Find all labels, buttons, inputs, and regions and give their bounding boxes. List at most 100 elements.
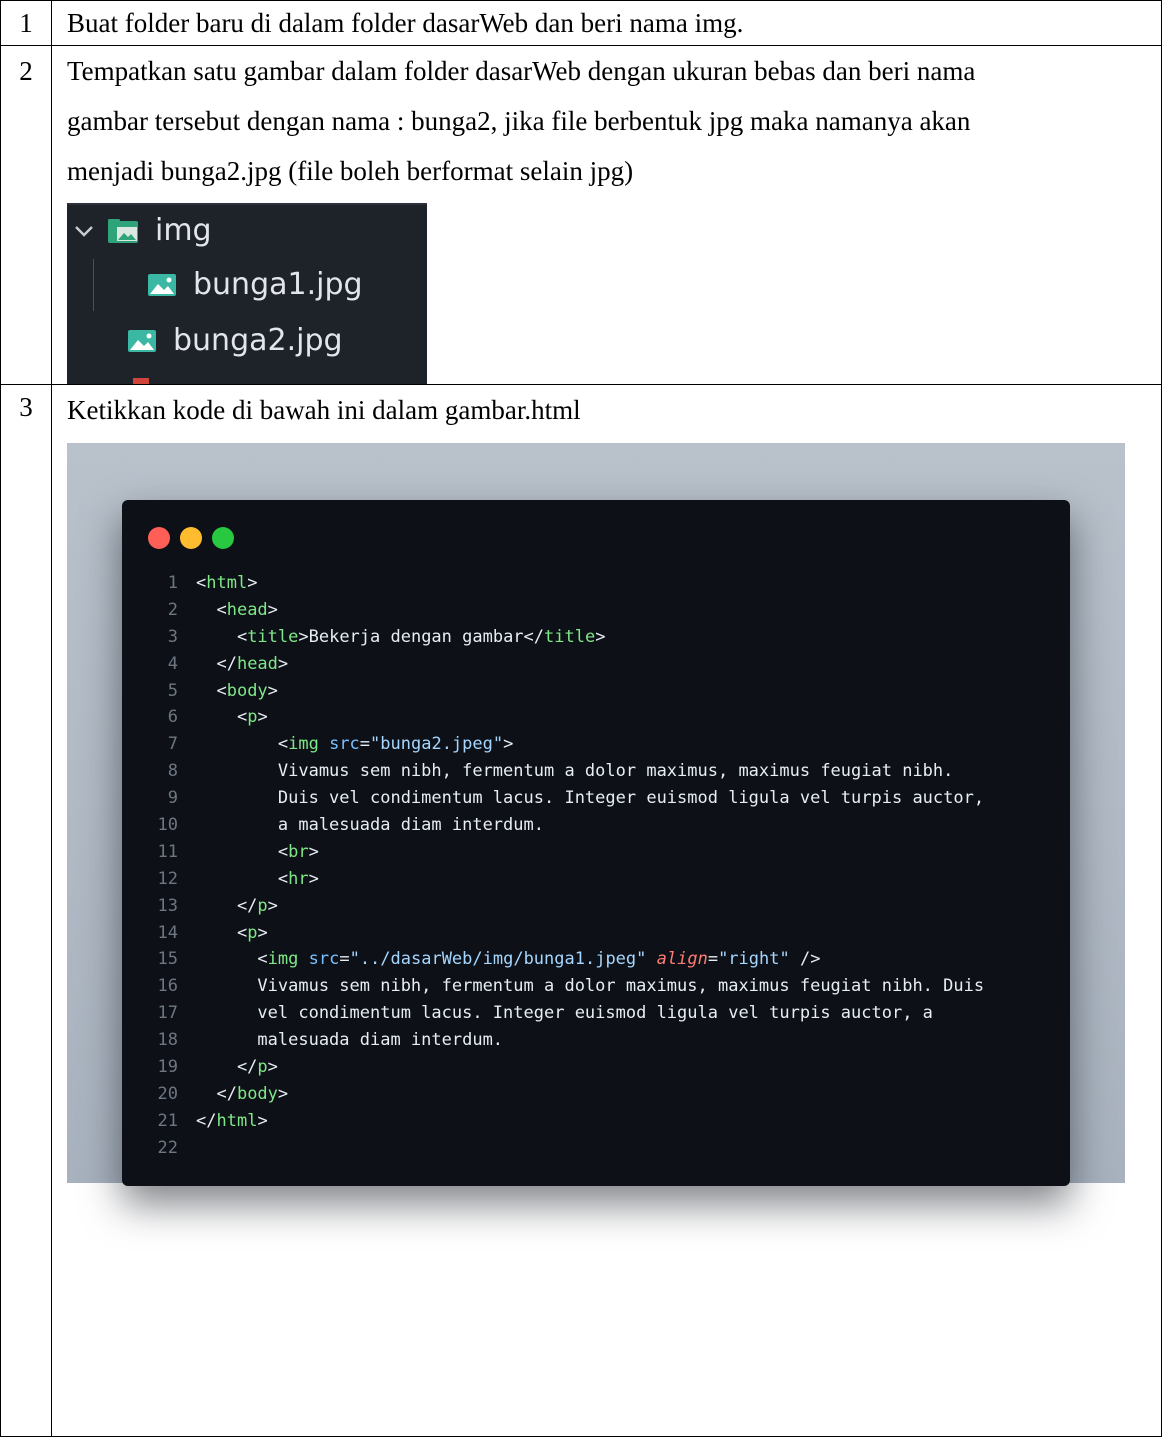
code-text: </p> [196,895,278,916]
line-number: 6 [167,707,178,728]
code-line: 7 <img src="bunga2.jpeg"> [122,731,984,758]
code-text: a malesuada diam interdum. [196,815,544,836]
image-file-icon [148,273,176,296]
line-number: 10 [157,815,178,836]
step-text: Ketikkan kode di bawah ini dalam gambar.… [67,395,581,425]
code-text: </head> [196,653,289,674]
step-content: Ketikkan kode di bawah ini dalam gambar.… [51,384,1162,1437]
code-text: <img src="bunga2.jpeg"> [196,734,514,755]
code-line: 21 </html> [122,1108,984,1135]
line-number: 11 [157,841,178,862]
code-line: 14 <p> [122,920,984,947]
line-number: 17 [157,1003,178,1024]
code-text: Vivamus sem nibh, fermentum a dolor maxi… [196,761,954,782]
line-number: 9 [167,788,178,809]
step-number: 3 [0,384,52,1437]
file-explorer-screenshot: img bunga1.jpg bunga2.jpg [67,203,427,384]
line-number: 8 [167,761,178,782]
code-line: 1 <html> [122,570,984,597]
line-number: 2 [167,599,178,620]
line-number: 14 [157,922,178,943]
step-row-1: 1 Buat folder baru di dalam folder dasar… [0,0,1162,46]
divider [67,203,427,205]
code-line: 5 <body> [122,678,984,705]
window-controls [148,527,234,549]
image-folder-icon [108,218,138,243]
step-text-line: Tempatkan satu gambar dalam folder dasar… [67,56,976,86]
code-text: <img src="../dasarWeb/img/bunga1.jpeg" a… [196,949,821,970]
code-window: 1 <html> 2 <head> 3 <title>Bekerja dengan g… [122,500,1070,1186]
code-line: 17 vel condimentum lacus. Integer euismo… [122,1000,984,1027]
image-file-icon [128,329,156,352]
code-line: 16 Vivamus sem nibh, fermentum a dolor m… [122,973,985,1000]
code-text: </html> [196,1110,268,1131]
step-number: 1 [0,0,52,46]
code-line: 13 </p> [122,893,984,920]
explorer-file-row[interactable]: bunga1.jpg [147,267,363,302]
file-name: bunga1.jpg [193,267,363,302]
close-dot-icon [148,527,170,549]
step-number: 2 [0,45,52,385]
code-text: <br> [196,841,319,862]
line-number: 18 [157,1030,178,1051]
step-text-line: menjadi bunga2.jpg (file boleh berformat… [67,156,634,186]
code-line: 2 <head> [122,597,984,624]
minimize-dot-icon [180,527,202,549]
code-line: 12 <hr> [122,866,984,893]
step-row-3: 3 Ketikkan kode di bawah ini dalam gamba… [0,384,1162,1437]
line-number: 15 [157,949,178,970]
code-line: 20 </body> [122,1081,984,1108]
next-file-icon-partial [133,378,149,384]
code-block: 1 <html> 2 <head> 3 <title>Bekerja dengan g… [122,570,985,1162]
step-text-line: gambar tersebut dengan nama : bunga2, ji… [67,106,971,136]
code-screenshot: 1 <html> 2 <head> 3 <title>Bekerja dengan g… [67,443,1125,1186]
line-number: 3 [167,626,178,647]
line-number: 20 [157,1083,178,1104]
code-text: Vivamus sem nibh, fermentum a dolor maxi… [196,976,985,997]
chevron-down-icon [75,225,93,237]
code-text: Duis vel condimentum lacus. Integer euis… [196,788,985,809]
maximize-dot-icon [212,527,234,549]
step-content: Buat folder baru di dalam folder dasarWe… [51,0,1162,46]
explorer-folder-row[interactable]: img [73,213,212,248]
code-text: <title>Bekerja dengan gambar</title> [196,626,606,647]
code-text: <body> [196,680,278,701]
step-row-2: 2 Tempatkan satu gambar dalam folder das… [0,45,1162,385]
tree-indent-guide [93,259,94,311]
line-number: 1 [167,573,178,593]
line-number: 13 [157,895,178,916]
code-text: <head> [196,599,278,620]
code-text: malesuada diam interdum. [196,1030,504,1051]
file-name: bunga2.jpg [173,323,343,358]
line-number: 21 [157,1110,178,1131]
step-content: Tempatkan satu gambar dalam folder dasar… [51,45,1162,385]
code-line: 22 [122,1135,984,1162]
code-text: <p> [196,707,268,728]
steps-table: 1 Buat folder baru di dalam folder dasar… [0,0,1162,1437]
code-line: 3 <title>Bekerja dengan gambar</title> [122,624,984,651]
code-text: </body> [196,1083,289,1104]
line-number: 19 [157,1057,178,1078]
line-number: 7 [167,734,178,755]
code-line: 9 Duis vel condimentum lacus. Integer eu… [122,785,984,812]
code-line: 10 a malesuada diam interdum. [122,812,984,839]
line-number: 4 [167,653,178,674]
code-line: 18 malesuada diam interdum. [122,1027,984,1054]
code-text: vel condimentum lacus. Integer euismod l… [196,1003,933,1024]
code-line: 4 </head> [122,651,984,678]
code-line: 11 <br> [122,839,984,866]
code-line: 19 </p> [122,1054,984,1081]
line-number: 16 [157,976,178,997]
step-text: Buat folder baru di dalam folder dasarWe… [67,8,744,38]
line-number: 22 [157,1137,178,1158]
code-line: 15 <img src="../dasarWeb/img/bunga1.jpeg… [122,946,984,973]
explorer-file-row[interactable]: bunga2.jpg [127,323,343,358]
code-line: 6 <p> [122,704,984,731]
code-text: <hr> [196,868,319,889]
folder-name: img [155,213,212,248]
line-number: 5 [167,680,178,701]
code-text: </p> [196,1057,278,1078]
line-number: 12 [157,868,178,889]
code-line: 8 Vivamus sem nibh, fermentum a dolor ma… [122,758,984,785]
code-text: <p> [196,922,268,943]
